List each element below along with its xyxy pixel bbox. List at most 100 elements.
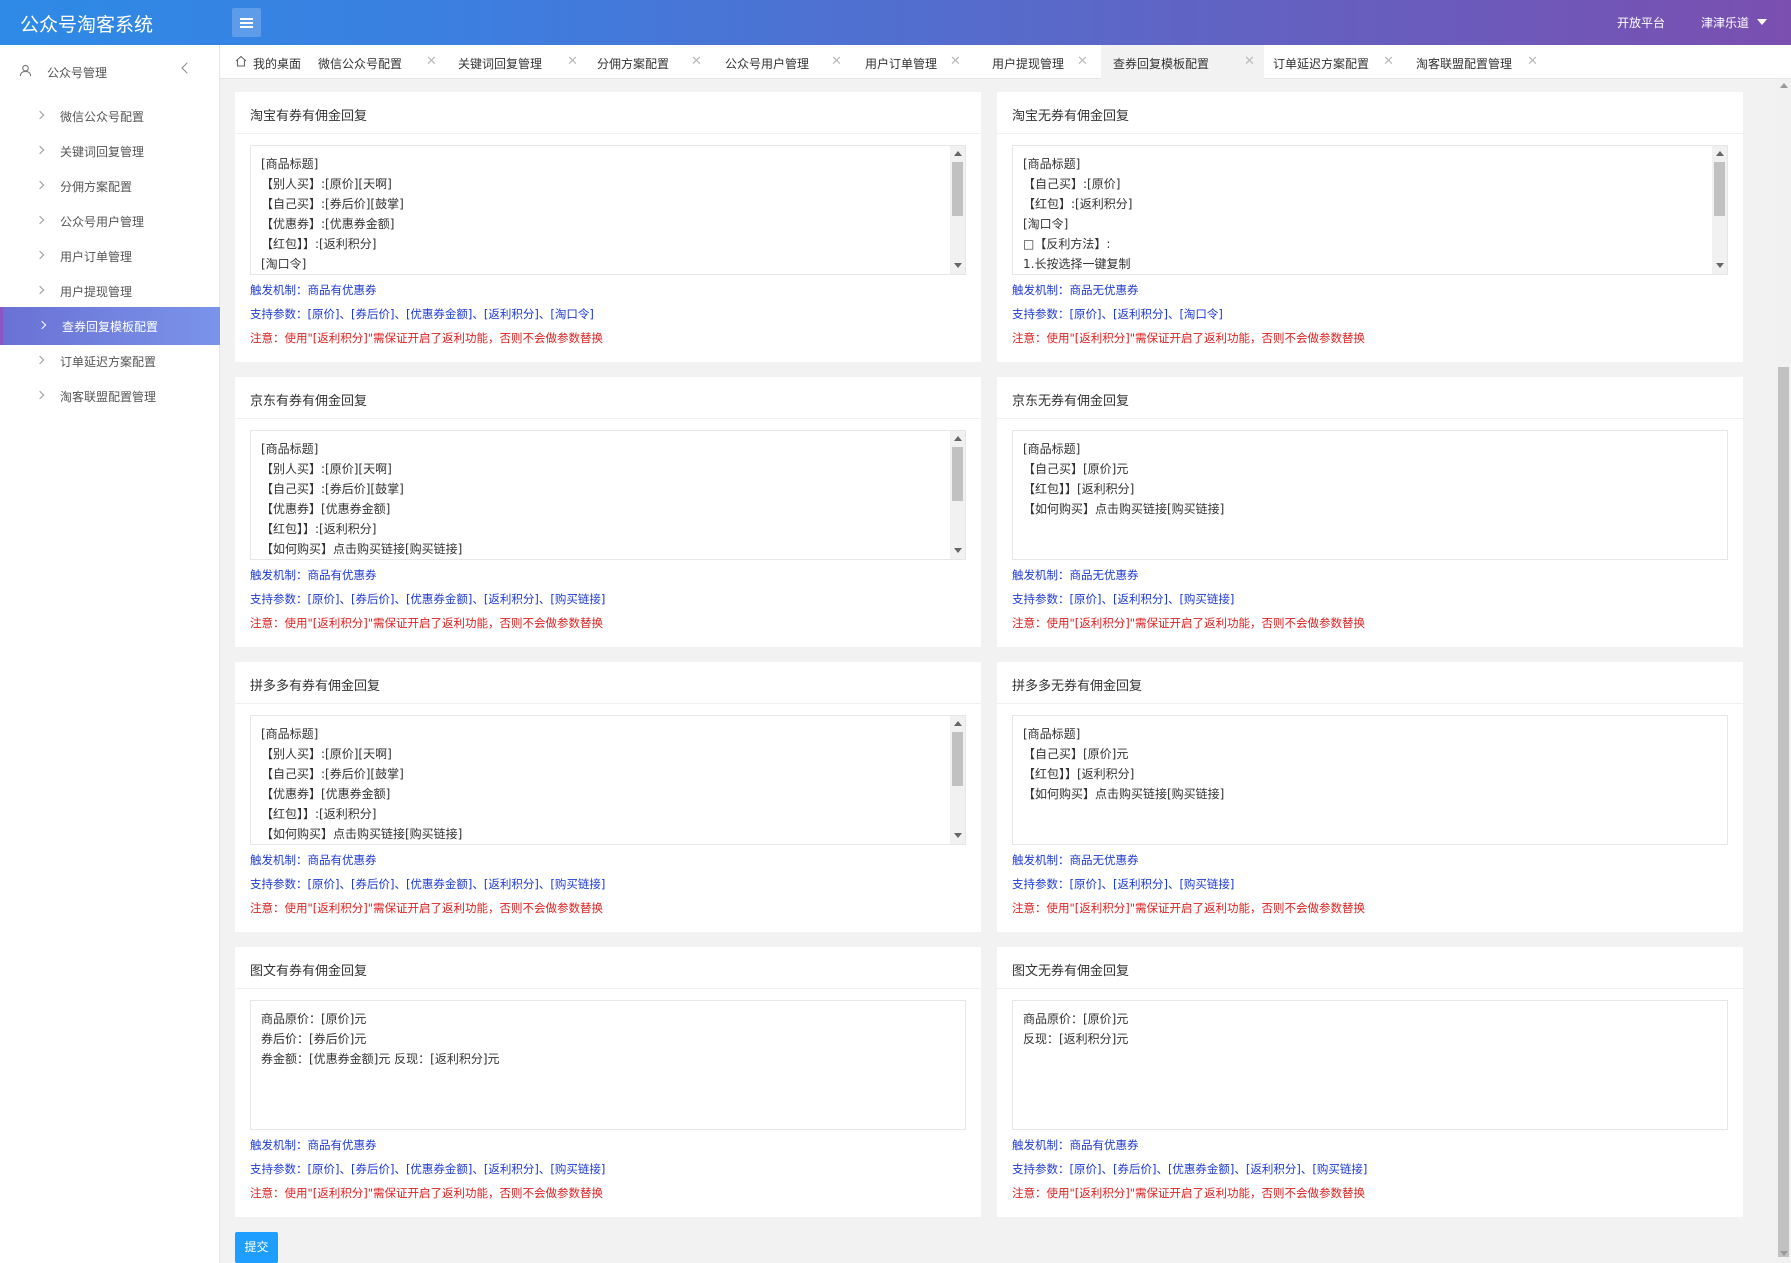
sidebar-group-label: 公众号管理: [47, 66, 108, 80]
scroll-down-icon[interactable]: [1780, 1251, 1788, 1256]
scrollbar-thumb[interactable]: [1778, 367, 1789, 1257]
scrollbar-thumb[interactable]: [952, 162, 963, 216]
scroll-up-icon[interactable]: [954, 151, 962, 156]
tab-2[interactable]: 关键词回复管理 ✕: [458, 45, 578, 79]
template-line: [商品标题]: [261, 157, 319, 171]
params-text: 支持参数：[原价]、[券后价]、[优惠券金额]、[返利积分]、[购买链接]: [1012, 1162, 1368, 1176]
sidebar-item-1[interactable]: 关键词回复管理: [4, 132, 220, 170]
template-textarea[interactable]: [商品标题] 【自己买】:[原价] 【红包】:[返利积分] [淘口令] □【反利方法】:…: [1012, 145, 1728, 275]
scrollbar-thumb[interactable]: [1714, 162, 1725, 216]
scrollbar-thumb[interactable]: [952, 447, 963, 501]
sidebar-item-3[interactable]: 公众号用户管理: [4, 202, 220, 240]
close-icon[interactable]: ✕: [567, 54, 578, 69]
warning-text: 注意：使用"[返利积分]"需保证开启了返利功能，否则不会做参数替换: [250, 901, 604, 915]
template-line: 1.长按选择一键复制: [1023, 257, 1131, 271]
tab-bar: 我的桌面 微信公众号配置 ✕ 关键词回复管理 ✕ 分佣方案配置 ✕ 公众号用户管理 ✕ 用户订单管…: [220, 45, 1791, 79]
template-textarea[interactable]: [商品标题] 【自己买】[原价]元 【红包】】[返利积分] 【如何购买】点击购买链接[…: [1012, 430, 1728, 560]
tab-9[interactable]: 淘客联盟配置管理 ✕: [1416, 45, 1541, 79]
textarea-scrollbar[interactable]: [950, 146, 965, 274]
tab-6[interactable]: 用户提现管理 ✕: [992, 45, 1088, 79]
sidebar-item-label: 微信公众号配置: [60, 110, 145, 124]
template-line: 【自己买】:[券后价][鼓掌]: [261, 482, 404, 496]
sidebar: 公众号管理 微信公众号配置 关键词回复管理分佣方案配置公众号用户管理 用户订单管理用…: [0, 45, 220, 1263]
close-icon[interactable]: ✕: [1244, 54, 1255, 69]
scroll-up-icon[interactable]: [954, 721, 962, 726]
template-card: 京东无券有佣金回复 [商品标题] 【自己买】[原价]元 【红包】】[返利积分] 【如何购…: [997, 377, 1743, 647]
tab-5[interactable]: 用户订单管理 ✕: [865, 45, 961, 79]
sidebar-item-label: 关键词回复管理: [60, 145, 145, 159]
scroll-down-icon[interactable]: [954, 833, 962, 838]
chevron-right-icon: [35, 390, 45, 400]
caret-down-icon[interactable]: [1757, 19, 1767, 25]
template-textarea[interactable]: [商品标题] 【别人买】:[原价][天啊] 【自己买】:[券后价][鼓掌] 【优惠券】…: [250, 715, 966, 845]
sidebar-item-0[interactable]: 微信公众号配置: [4, 97, 220, 135]
scroll-down-icon[interactable]: [954, 548, 962, 553]
close-icon[interactable]: ✕: [1383, 54, 1394, 69]
close-icon[interactable]: ✕: [691, 54, 702, 69]
sidebar-item-label: 公众号用户管理: [60, 215, 145, 229]
template-textarea[interactable]: [商品标题] 【别人买】:[原价][天啊] 【自己买】:[券后价][鼓掌] 【优惠券】…: [250, 430, 966, 560]
submit-button[interactable]: 提交: [235, 1232, 278, 1263]
sidebar-item-7[interactable]: 订单延迟方案配置: [4, 342, 220, 380]
chevron-left-icon[interactable]: [181, 62, 193, 74]
sidebar-item-8[interactable]: 淘客联盟配置管理: [4, 377, 220, 415]
tab-3[interactable]: 分佣方案配置 ✕: [597, 45, 702, 79]
page-scrollbar[interactable]: [1776, 79, 1791, 1263]
sidebar-group-account[interactable]: 公众号管理: [0, 53, 220, 89]
tab-4[interactable]: 公众号用户管理 ✕: [725, 45, 842, 79]
sidebar-item-5[interactable]: 用户提现管理: [4, 272, 220, 310]
tab-label: 查券回复模板配置: [1113, 57, 1210, 71]
template-textarea[interactable]: 商品原价：[原价]元 反现：[返利积分]元: [1012, 1000, 1728, 1130]
template-line: 商品原价：[原价]元: [1023, 1012, 1129, 1026]
sidebar-item-6[interactable]: 查券回复模板配置: [0, 307, 220, 345]
scroll-down-icon[interactable]: [1716, 263, 1724, 268]
textarea-scrollbar[interactable]: [950, 431, 965, 559]
template-card: 京东有券有佣金回复 [商品标题] 【别人买】:[原价][天啊] 【自己买】:[券后价]…: [235, 377, 981, 647]
sidebar-item-2[interactable]: 分佣方案配置: [4, 167, 220, 205]
close-icon[interactable]: ✕: [1077, 54, 1088, 69]
template-line: 券金额：[优惠券金额]元 反现：[返利积分]元: [261, 1052, 500, 1066]
open-platform-link[interactable]: 开放平台: [1617, 14, 1665, 31]
template-line: 【红包】】:[返利积分]: [261, 522, 377, 536]
close-icon[interactable]: ✕: [831, 54, 842, 69]
menu-toggle-button[interactable]: [232, 8, 261, 37]
tab-label: 订单延迟方案配置: [1273, 57, 1370, 71]
scroll-down-icon[interactable]: [954, 263, 962, 268]
template-textarea[interactable]: [商品标题] 【别人买】:[原价][天啊] 【自己买】:[券后价][鼓掌] 【优惠券】…: [250, 145, 966, 275]
close-icon[interactable]: ✕: [950, 54, 961, 69]
sidebar-item-label: 用户订单管理: [60, 250, 133, 264]
card-title: 拼多多有券有佣金回复: [250, 679, 381, 694]
template-line: 【别人买】:[原价][天啊]: [261, 177, 392, 191]
template-line: 【红包】】:[返利积分]: [261, 237, 377, 251]
tab-0[interactable]: 我的桌面: [235, 45, 309, 79]
textarea-scrollbar[interactable]: [1712, 146, 1727, 274]
textarea-scrollbar[interactable]: [950, 716, 965, 844]
card-title: 淘宝有券有佣金回复: [250, 109, 368, 124]
template-line: 【红包】】[返利积分]: [1023, 482, 1135, 496]
close-icon[interactable]: ✕: [426, 54, 437, 69]
scroll-up-icon[interactable]: [1780, 83, 1788, 88]
trigger-text: 触发机制：商品有优惠券: [250, 568, 377, 582]
template-textarea[interactable]: 商品原价：[原价]元 券后价：[券后价]元 券金额：[优惠券金额]元 反现：[返利积…: [250, 1000, 966, 1130]
tab-1[interactable]: 微信公众号配置 ✕: [318, 45, 438, 79]
template-line: [商品标题]: [1023, 442, 1081, 456]
scroll-up-icon[interactable]: [954, 436, 962, 441]
card-title: 拼多多无券有佣金回复: [1012, 679, 1143, 694]
tab-8[interactable]: 订单延迟方案配置 ✕: [1273, 45, 1398, 79]
tab-label: 微信公众号配置: [318, 57, 403, 71]
tab-7[interactable]: 查券回复模板配置 ✕: [1101, 45, 1264, 79]
scrollbar-thumb[interactable]: [952, 732, 963, 786]
scroll-up-icon[interactable]: [1716, 151, 1724, 156]
trigger-text: 触发机制：商品无优惠券: [1012, 853, 1139, 867]
params-text: 支持参数：[原价]、[券后价]、[优惠券金额]、[返利积分]、[购买链接]: [250, 1162, 606, 1176]
tab-label: 我的桌面: [253, 57, 302, 71]
sidebar-item-4[interactable]: 用户订单管理: [4, 237, 220, 275]
sidebar-item-label: 查券回复模板配置: [62, 320, 159, 334]
template-textarea[interactable]: [商品标题] 【自己买】[原价]元 【红包】】[返利积分] 【如何购买】点击购买链接[…: [1012, 715, 1728, 845]
card-header: 图文无券有佣金回复: [997, 947, 1743, 989]
warning-text: 注意：使用"[返利积分]"需保证开启了返利功能，否则不会做参数替换: [250, 331, 604, 345]
close-icon[interactable]: ✕: [1527, 54, 1538, 69]
template-line: 【优惠券】[优惠券金额]: [261, 502, 391, 516]
warning-text: 注意：使用"[返利积分]"需保证开启了返利功能，否则不会做参数替换: [1012, 331, 1366, 345]
user-menu[interactable]: 津津乐道: [1701, 14, 1749, 31]
